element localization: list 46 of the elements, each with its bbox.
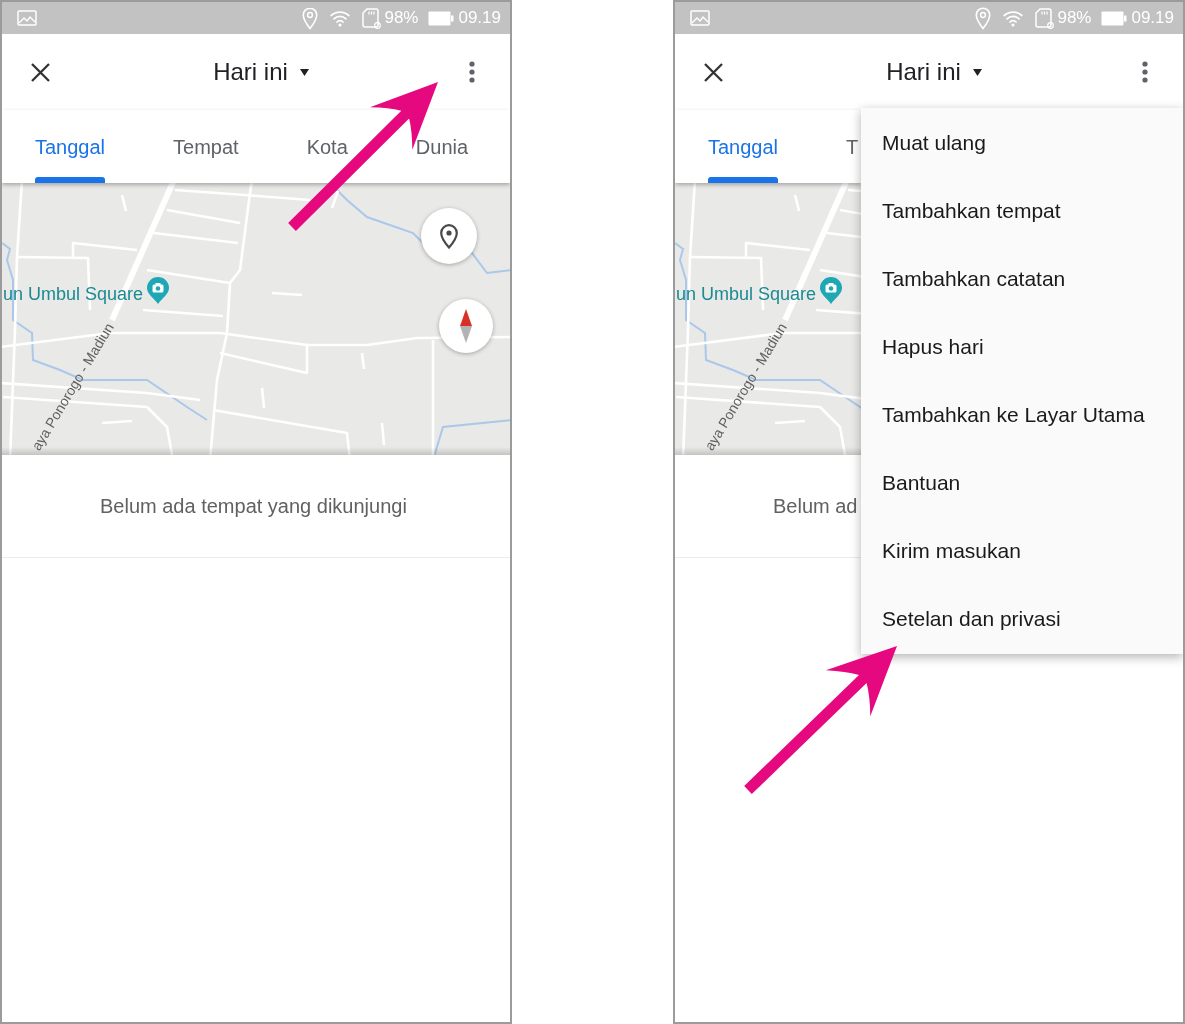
tab[interactable]: Dunia bbox=[382, 110, 469, 183]
wifi-icon bbox=[1003, 9, 1024, 27]
location-pin-icon bbox=[302, 6, 319, 30]
camera-pin-icon[interactable] bbox=[820, 277, 842, 304]
tab[interactable]: Tanggal bbox=[2, 110, 141, 183]
more-icon bbox=[1142, 61, 1148, 83]
empty-state-message: Belum ada tempat yang dikunjungi bbox=[100, 494, 407, 518]
battery-icon bbox=[1101, 10, 1128, 26]
image-icon bbox=[690, 10, 710, 26]
menu-item[interactable]: Tambahkan tempat bbox=[861, 177, 1183, 245]
menu-item[interactable]: Setelan dan privasi bbox=[861, 585, 1183, 653]
menu-item[interactable]: Hapus hari bbox=[861, 313, 1183, 381]
image-icon bbox=[17, 10, 37, 26]
tab[interactable]: Kota bbox=[273, 110, 383, 183]
map-pin-icon bbox=[440, 223, 458, 249]
camera-pin-icon[interactable] bbox=[147, 277, 169, 304]
close-icon bbox=[703, 62, 723, 82]
caret-icon bbox=[972, 68, 982, 76]
tab[interactable]: T bbox=[813, 110, 859, 183]
close-button[interactable] bbox=[28, 60, 52, 84]
date-dropdown[interactable]: Hari ini bbox=[213, 58, 309, 86]
place-label: un Umbul Square bbox=[676, 284, 817, 304]
more-icon bbox=[469, 61, 475, 83]
close-button[interactable] bbox=[701, 60, 725, 84]
location-pin-icon bbox=[975, 6, 992, 30]
tab[interactable]: Tempat bbox=[140, 110, 274, 183]
battery-icon bbox=[428, 10, 455, 26]
empty-state-message: Belum ad bbox=[773, 494, 858, 518]
date-dropdown[interactable]: Hari ini bbox=[886, 58, 982, 86]
menu-item[interactable]: Muat ulang bbox=[861, 109, 1183, 177]
place-label: un Umbul Square bbox=[3, 284, 144, 304]
close-icon bbox=[30, 62, 50, 82]
tab[interactable]: Tanggal bbox=[675, 110, 814, 183]
clock-time: 09.19 bbox=[458, 8, 501, 28]
sd-card-icon bbox=[1035, 7, 1055, 29]
menu-item[interactable]: Kirim masukan bbox=[861, 517, 1183, 585]
clock-time: 09.19 bbox=[1131, 8, 1174, 28]
battery-percentage: 98% bbox=[384, 8, 419, 28]
wifi-icon bbox=[330, 9, 351, 27]
menu-item[interactable]: Tambahkan catatan bbox=[861, 245, 1183, 313]
menu-item[interactable]: Tambahkan ke Layar Utama bbox=[861, 381, 1183, 449]
caret-icon bbox=[299, 68, 309, 76]
battery-percentage: 98% bbox=[1057, 8, 1092, 28]
sd-card-icon bbox=[362, 7, 382, 29]
compass-icon bbox=[460, 309, 472, 343]
menu-item[interactable]: Bantuan bbox=[861, 449, 1183, 517]
